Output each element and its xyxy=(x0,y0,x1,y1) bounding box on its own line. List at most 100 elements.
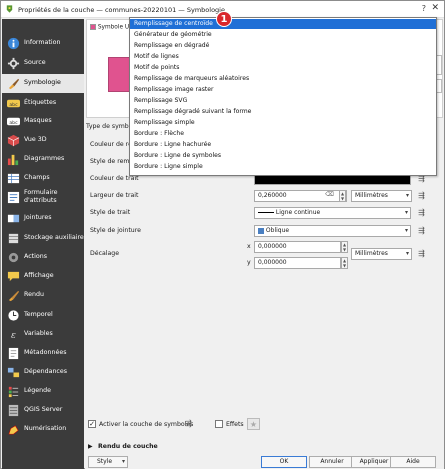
symbol-tree-label: Symbole Un xyxy=(97,24,133,31)
labels-abc-icon: abc xyxy=(7,99,20,108)
chevron-down-icon: ▾ xyxy=(405,192,409,199)
sidebar-item-metadata[interactable]: Métadonnées xyxy=(2,344,84,363)
sidebar-item-label: QGIS Server xyxy=(24,406,63,413)
sidebar-item-digitizing[interactable]: Numérisation xyxy=(2,420,84,439)
dropdown-item[interactable]: Générateur de géométrie xyxy=(130,30,436,40)
offset-x-label: x xyxy=(247,243,251,250)
sidebar-item-label: Champs xyxy=(24,174,50,181)
style-button-label: Style xyxy=(97,458,113,465)
dropdown-item[interactable]: Motif de lignes xyxy=(130,52,436,62)
cancel-button[interactable]: Annuler xyxy=(309,456,355,468)
dropdown-item[interactable]: Bordure : Ligne de symboles xyxy=(130,151,436,161)
effects-label: Effets xyxy=(226,421,244,428)
sidebar-item-attributes-form[interactable]: Formulaire d'attributs xyxy=(2,188,84,208)
offset-x-input[interactable]: 0,000000 xyxy=(254,241,341,253)
sidebar-item-label: Symbologie xyxy=(24,79,61,86)
dropdown-item[interactable]: Bordure : Flèche xyxy=(130,129,436,139)
legend-icon xyxy=(8,386,19,398)
style-menu-button[interactable]: Style ▾ xyxy=(88,456,128,468)
source-icon xyxy=(7,57,20,70)
sidebar-item-label: Source xyxy=(24,59,46,66)
sidebar-item-information[interactable]: Information xyxy=(2,34,84,53)
chevron-down-icon: ▾ xyxy=(121,458,125,465)
dropdown-item[interactable]: Remplissage de marqueurs aléatoires xyxy=(130,74,436,84)
joins-icon xyxy=(7,214,20,223)
symbol-swatch-small-icon xyxy=(90,24,96,30)
sidebar-item-source[interactable]: Source xyxy=(2,54,84,73)
form-icon xyxy=(7,191,20,204)
sidebar-item-label: Rendu xyxy=(24,291,44,298)
sidebar-item-temporal[interactable]: Temporel xyxy=(2,306,84,325)
ok-button[interactable]: OK xyxy=(261,456,307,468)
sidebar-item-legend[interactable]: Légende xyxy=(2,382,84,401)
info-icon xyxy=(7,37,20,50)
sidebar-item-joins[interactable]: Jointures xyxy=(2,209,84,228)
sidebar-item-3d-view[interactable]: Vue 3D xyxy=(2,131,84,150)
data-defined-override-icon[interactable]: ⇶ xyxy=(415,190,428,202)
sidebar-item-variables[interactable]: ε Variables xyxy=(2,325,84,344)
symbol-layer-type-dropdown: Remplissage de centroïde Générateur de g… xyxy=(129,17,437,176)
sidebar-item-label: Numérisation xyxy=(24,425,67,432)
sidebar-item-auxiliary-storage[interactable]: Stockage auxiliaire xyxy=(2,229,84,248)
expand-arrow-icon[interactable]: ▶ xyxy=(88,443,93,450)
sidebar-item-label: Masques xyxy=(24,117,52,124)
data-defined-override-icon[interactable]: ⇶ xyxy=(415,225,428,237)
sidebar-item-label: Affichage xyxy=(24,272,54,279)
effects-checkbox[interactable] xyxy=(215,420,223,428)
dropdown-item[interactable]: Bordure : Ligne hachurée xyxy=(130,140,436,150)
offset-y-input[interactable]: 0,000000 xyxy=(254,257,341,269)
rendering-brush-icon xyxy=(8,290,20,302)
enable-layer-checkbox[interactable]: ✓ xyxy=(88,420,96,428)
sidebar-item-rendering[interactable]: Rendu xyxy=(2,286,84,305)
sidebar-item-fields[interactable]: Champs xyxy=(2,169,84,188)
stroke-style-select[interactable]: Ligne continue ▾ xyxy=(254,207,411,219)
sidebar-item-display[interactable]: Affichage xyxy=(2,267,84,286)
dropdown-item[interactable]: Remplissage SVG xyxy=(130,96,436,106)
sidebar-item-symbology[interactable]: Symbologie xyxy=(2,74,84,93)
stroke-width-spinner[interactable]: ▲ ▼ xyxy=(339,190,346,202)
dropdown-item[interactable]: Remplissage en dégradé xyxy=(130,41,436,51)
stroke-style-value: Ligne continue xyxy=(275,209,321,216)
effects-star-icon[interactable]: ★ xyxy=(247,418,260,430)
layer-rendering-label[interactable]: Rendu de couche xyxy=(98,443,158,450)
dropdown-item[interactable]: Remplissage simple xyxy=(130,118,436,128)
close-window-button[interactable]: ✕ xyxy=(431,3,439,13)
sidebar-item-masks[interactable]: abc Masques xyxy=(2,112,84,131)
auxiliary-storage-icon xyxy=(8,233,19,244)
actions-gear-icon xyxy=(8,252,19,263)
dropdown-item[interactable]: Remplissage dégradé suivant la forme xyxy=(130,107,436,117)
help-button[interactable]: Aide xyxy=(390,456,436,468)
sidebar-item-label: Diagrammes xyxy=(24,155,65,162)
join-style-select[interactable]: Oblique ▾ xyxy=(254,225,411,237)
sidebar-item-label: Dépendances xyxy=(24,368,68,375)
diagram-icon xyxy=(7,154,19,166)
offset-unit-select[interactable]: Millimètres ▾ xyxy=(351,248,412,260)
symbol-tree-row[interactable]: Symbole Un xyxy=(90,24,133,35)
data-defined-override-icon[interactable]: ⇶ xyxy=(182,418,195,430)
offset-y-spinner[interactable]: ▲ ▼ xyxy=(341,257,348,269)
data-defined-override-icon[interactable]: ⇶ xyxy=(415,248,428,260)
dropdown-item[interactable]: Motif de points xyxy=(130,63,436,73)
qgis-server-icon xyxy=(8,404,19,417)
sidebar-item-label: Formulaire d'attributs xyxy=(24,189,58,205)
sidebar: Information Source Symbologie abc Étique… xyxy=(2,19,84,469)
join-style-value: Oblique xyxy=(265,227,290,234)
data-defined-override-icon[interactable]: ⇶ xyxy=(415,207,428,219)
dropdown-item[interactable]: Bordure : Ligne simple xyxy=(130,162,436,172)
chevron-down-icon: ▾ xyxy=(404,227,408,234)
sidebar-item-qgis-server[interactable]: QGIS Server xyxy=(2,401,84,420)
help-title-button[interactable]: ? xyxy=(422,4,426,13)
dropdown-item[interactable]: Remplissage de centroïde xyxy=(130,19,436,30)
sidebar-item-diagrams[interactable]: Diagrammes xyxy=(2,150,84,169)
layer-properties-dialog: Propriétés de la couche — communes-20220… xyxy=(0,0,445,469)
sidebar-item-labels[interactable]: abc Étiquettes xyxy=(2,94,84,113)
dropdown-item[interactable]: Remplissage image raster xyxy=(130,85,436,95)
sidebar-item-dependencies[interactable]: Dépendances xyxy=(2,363,84,382)
sidebar-item-actions[interactable]: Actions xyxy=(2,248,84,267)
sidebar-item-label: Temporel xyxy=(24,311,53,318)
offset-x-spinner[interactable]: ▲ ▼ xyxy=(341,241,348,253)
clear-backspace-icon[interactable]: ⌫ xyxy=(325,191,334,198)
metadata-icon xyxy=(8,347,19,360)
window-title: Propriétés de la couche — communes-20220… xyxy=(18,6,225,14)
stroke-width-unit-select[interactable]: Millimètres ▾ xyxy=(351,190,412,202)
